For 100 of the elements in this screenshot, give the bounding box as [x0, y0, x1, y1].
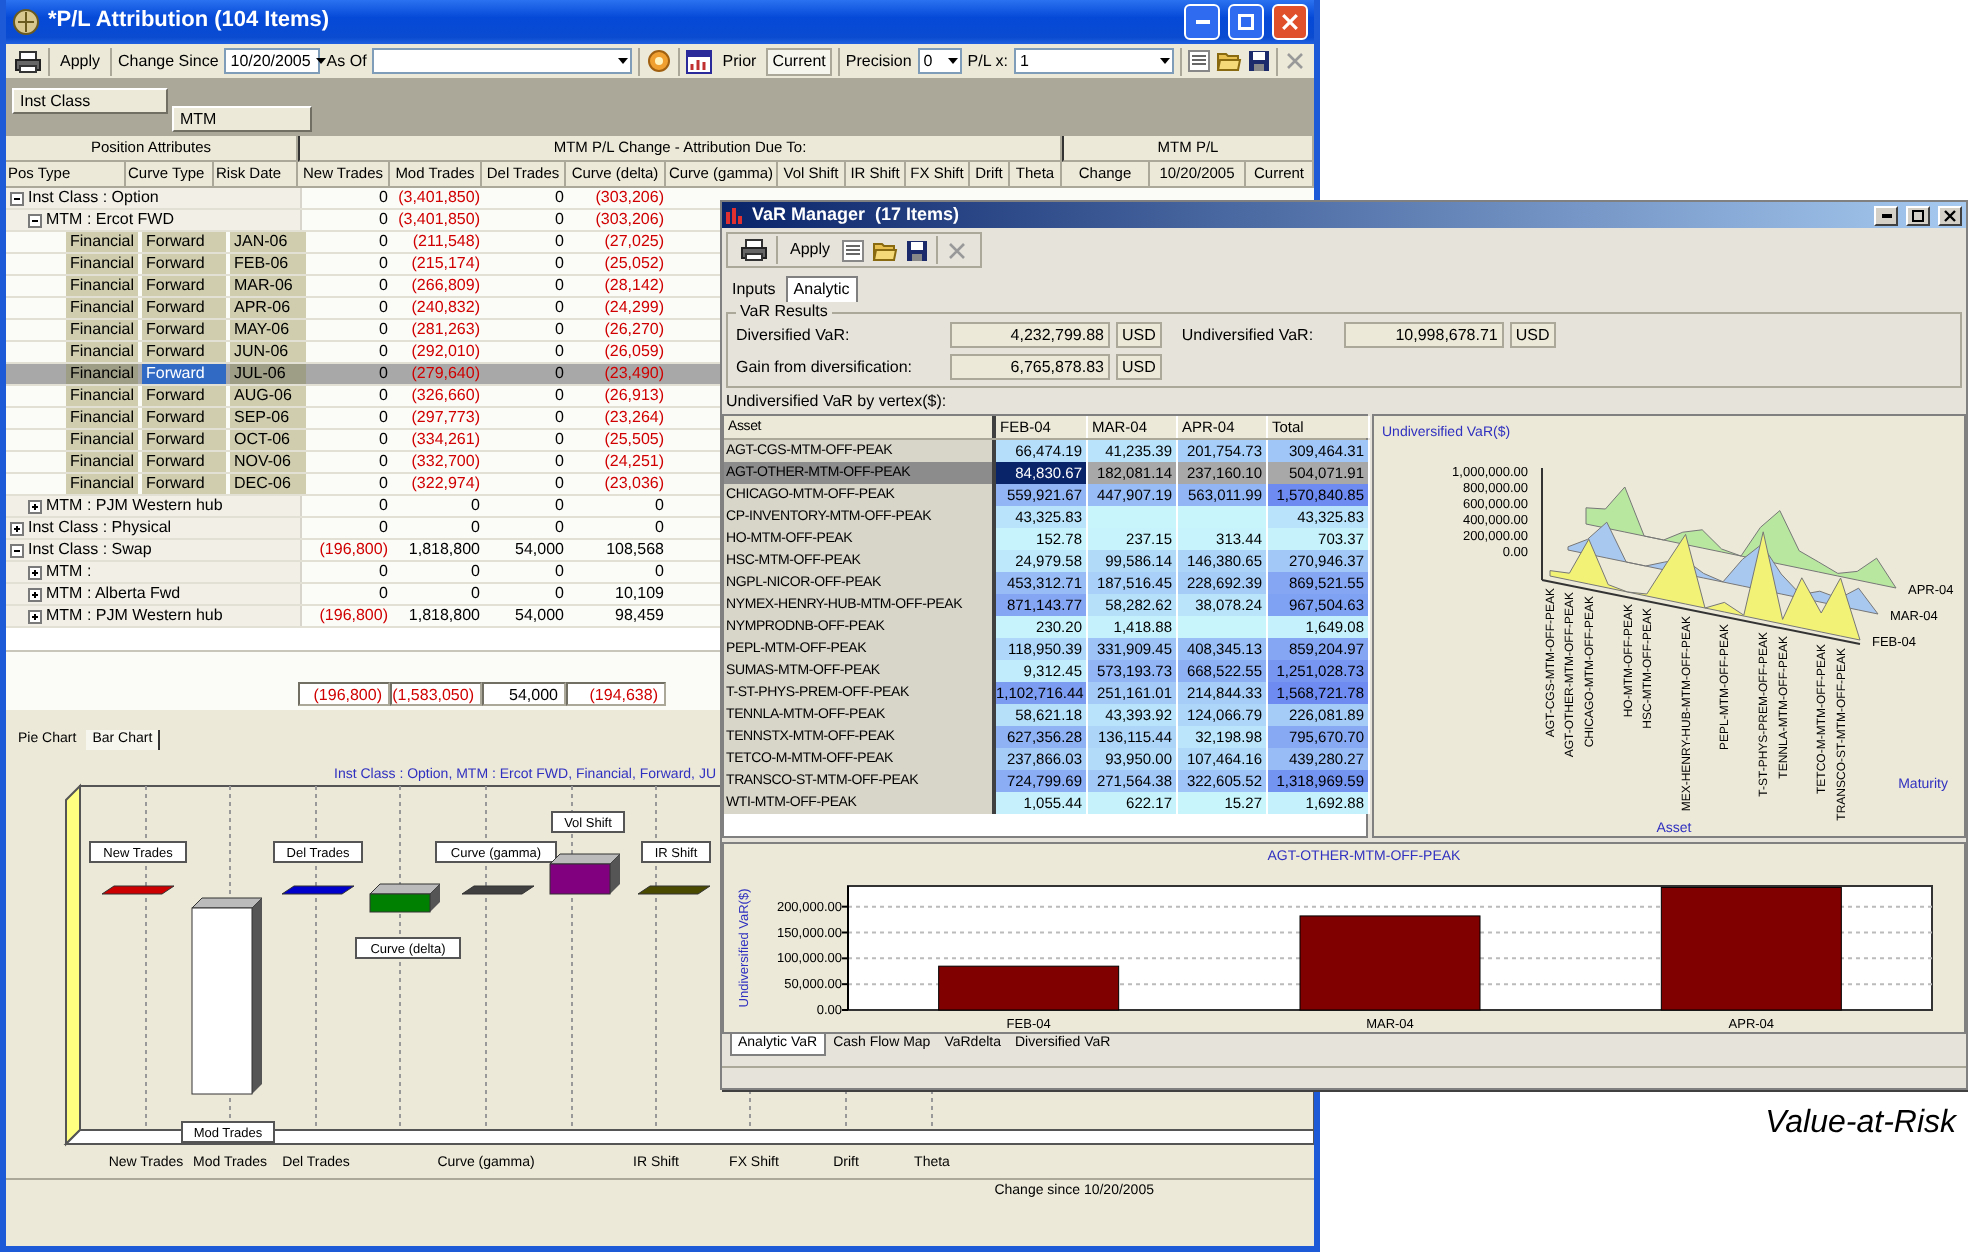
bar-drawing	[461, 885, 535, 895]
caret-icon[interactable]	[316, 58, 327, 64]
table-caption: Undiversified VaR by vertex($):	[724, 392, 949, 414]
caret-icon[interactable]	[947, 58, 958, 64]
table-cell-text: 0	[553, 408, 566, 428]
maximize-button[interactable]	[1906, 205, 1930, 225]
table-cell-text: 0	[553, 452, 566, 472]
group-by-chip[interactable]: Inst Class	[12, 88, 168, 114]
collapse-icon[interactable]	[10, 191, 24, 205]
expand-icon[interactable]	[28, 587, 42, 601]
multiplier-dropdown[interactable]: 1	[1013, 48, 1174, 74]
currency-field: USD	[1509, 322, 1556, 348]
field-label: Undiversified VaR:	[1181, 325, 1316, 345]
expand-icon[interactable]	[28, 499, 42, 513]
folder-icon[interactable]	[872, 239, 899, 261]
table-cell-text: 0	[377, 210, 390, 230]
minimize-icon	[1195, 20, 1209, 24]
window-title: VaR Manager (17 Items)	[752, 204, 962, 226]
table-cell-text: 0	[469, 496, 482, 516]
table-cell-text: 0	[377, 254, 390, 274]
expand-icon[interactable]	[28, 565, 42, 579]
table-cell: Financial	[66, 408, 138, 428]
bar-drawing	[549, 853, 621, 895]
collapse-icon[interactable]	[28, 213, 42, 227]
list-icon[interactable]	[1187, 50, 1210, 72]
field-label: Precision	[845, 51, 912, 71]
tree-item-label: Inst Class : Physical	[28, 518, 172, 538]
table-cell: SEP-06	[230, 408, 306, 428]
print-icon[interactable]	[14, 49, 42, 73]
table-cell: Financial	[66, 386, 138, 406]
table-cell: OCT-06	[230, 430, 306, 450]
field-label: As Of	[326, 51, 367, 71]
table-cell-text: (27,025)	[602, 232, 666, 252]
value-field: 10,998,678.71	[1343, 322, 1504, 348]
table-cell-text: 10,109	[613, 584, 666, 604]
list-icon[interactable]	[842, 239, 865, 261]
minimize-button[interactable]	[1874, 205, 1898, 225]
precision-dropdown[interactable]: 0	[917, 48, 962, 74]
table-cell-text: (26,059)	[602, 342, 666, 362]
save-icon[interactable]	[906, 239, 929, 261]
table-cell: Financial	[66, 474, 138, 494]
table-cell-text: (266,809)	[409, 276, 482, 296]
table-cell-text: (24,299)	[602, 298, 666, 318]
table-cell: Forward	[142, 364, 226, 384]
table-cell-text: 0	[653, 562, 666, 582]
tab[interactable]: Analytic	[785, 276, 858, 302]
table-cell-text: (303,206)	[593, 188, 666, 208]
value-field: 6,765,878.83	[950, 354, 1110, 380]
table-cell-text: 0	[377, 320, 390, 340]
table-cell-text: (24,251)	[602, 452, 666, 472]
table-cell-text: (215,174)	[409, 254, 482, 274]
table-cell: AUG-06	[230, 386, 306, 406]
table-cell-text: 0	[377, 562, 390, 582]
table-cell: Financial	[66, 342, 138, 362]
table-cell: Forward	[142, 408, 226, 428]
table-cell-text: 0	[553, 254, 566, 274]
apply-button[interactable]: Apply	[56, 49, 105, 73]
table-cell-text: 0	[377, 232, 390, 252]
table-cell: Financial	[66, 430, 138, 450]
bar-drawing	[101, 885, 175, 895]
table-cell-text: (23,036)	[602, 474, 666, 494]
tree-item-label: MTM :	[46, 562, 92, 582]
table-cell-text: 98,459	[613, 606, 666, 626]
tab[interactable]: Inputs	[726, 278, 782, 302]
caret-icon[interactable]	[618, 58, 629, 64]
total-cell: 54,000	[482, 682, 566, 706]
table-cell-text: (23,490)	[602, 364, 666, 384]
table-cell: MAR-06	[230, 276, 306, 296]
collapse-icon[interactable]	[10, 543, 24, 557]
folder-icon[interactable]	[1215, 50, 1242, 72]
table-cell: Financial	[66, 298, 138, 318]
expand-icon[interactable]	[28, 609, 42, 623]
table-cell: Forward	[142, 386, 226, 406]
table-cell: Forward	[142, 452, 226, 472]
table-cell-text: 0	[553, 276, 566, 296]
field-label: Change Since	[118, 51, 219, 71]
maximize-icon	[1912, 209, 1924, 221]
table-cell-text: 0	[553, 364, 566, 384]
table-cell: MAY-06	[230, 320, 306, 340]
save-icon[interactable]	[1247, 50, 1270, 72]
table-cell-text: (211,548)	[410, 232, 482, 252]
app-icon	[12, 8, 40, 36]
table-cell-text: 0	[469, 584, 482, 604]
date-dropdown[interactable]: 10/20/2005	[224, 48, 321, 74]
print-icon[interactable]	[740, 238, 768, 262]
table-cell-text: 54,000	[513, 606, 566, 626]
window-title: *P/L Attribution (104 Items)	[48, 8, 332, 36]
table-cell-text: 0	[377, 584, 390, 604]
close-button[interactable]	[1938, 205, 1962, 225]
caret-icon[interactable]	[1159, 58, 1170, 64]
chart-icon[interactable]	[686, 49, 713, 73]
table-cell: Forward	[142, 342, 226, 362]
table-cell-text: (303,206)	[593, 210, 666, 230]
current-button[interactable]: Current	[766, 47, 832, 75]
table-cell-text: (25,052)	[602, 254, 666, 274]
prior-button[interactable]: Prior	[718, 49, 761, 73]
expand-icon[interactable]	[10, 521, 24, 535]
group-by-chip[interactable]: MTM	[172, 106, 312, 132]
table-cell-text: 0	[469, 518, 482, 538]
table-cell-text: (292,010)	[409, 342, 482, 362]
